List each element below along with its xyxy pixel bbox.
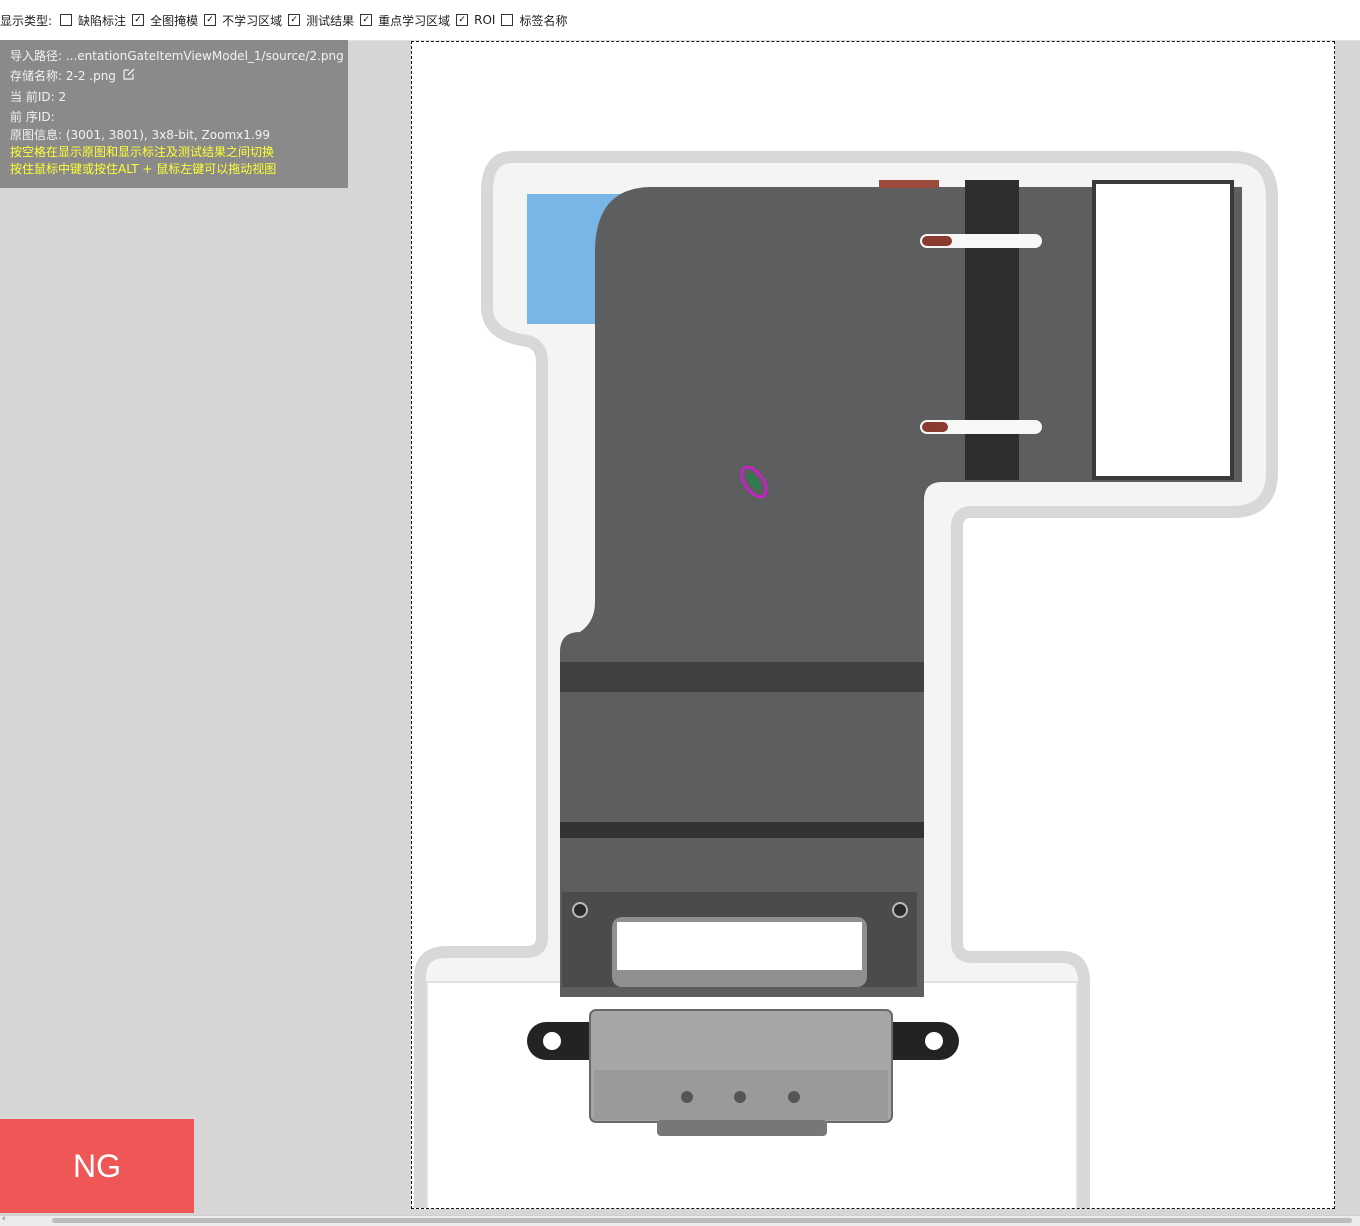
image-info: 原图信息: (3001, 3801), 3x8-bit, Zoomx1.99 — [10, 127, 270, 142]
current-id: 当 前ID: 2 — [10, 89, 67, 104]
checkbox-no-learn-region[interactable]: ✓ 不学习区域 — [204, 12, 282, 29]
checkbox-label: 测试结果 — [306, 13, 355, 28]
checkbox-label: 标签名称 — [519, 13, 568, 28]
display-type-label: 显示类型: — [0, 13, 53, 28]
checkbox-icon[interactable]: ✓ — [456, 14, 469, 26]
checkbox-defect-annotation[interactable]: 缺陷标注 — [60, 12, 126, 29]
edit-icon[interactable] — [122, 67, 136, 87]
hint-space-toggle: 按空格在显示原图和显示标注及测试结果之间切换 — [10, 144, 275, 159]
checkbox-icon[interactable] — [60, 14, 73, 26]
scrollbar-thumb[interactable] — [52, 1218, 1352, 1223]
arrow-left-icon[interactable]: ‹ — [2, 1214, 6, 1224]
checkbox-test-result[interactable]: ✓ 测试结果 — [288, 12, 354, 29]
checkbox-focus-learn-region[interactable]: ✓ 重点学习区域 — [360, 12, 450, 29]
checkbox-icon[interactable]: ✓ — [132, 14, 145, 26]
image-info-panel: 导入路径: ...entationGateItemViewModel_1/sou… — [0, 40, 348, 188]
storage-name-row: 存储名称: 2-2 .png — [10, 66, 338, 87]
checkbox-label: ROI — [474, 13, 496, 27]
checkbox-label: 不学习区域 — [222, 13, 283, 28]
checkbox-icon[interactable]: ✓ — [360, 14, 373, 26]
inspection-image — [414, 151, 1278, 1208]
checkbox-tag-name[interactable]: 标签名称 — [501, 12, 567, 29]
hint-drag-view: 按住鼠标中键或按住ALT + 鼠标左键可以拖动视图 — [10, 161, 277, 176]
checkbox-icon[interactable]: ✓ — [204, 14, 217, 26]
checkbox-label: 全图掩模 — [150, 13, 199, 28]
import-path: 导入路径: ...entationGateItemViewModel_1/sou… — [10, 49, 344, 63]
result-badge-ng: NG — [0, 1119, 194, 1213]
checkbox-icon[interactable]: ✓ — [288, 14, 301, 26]
previous-id: 前 序ID: — [10, 109, 55, 124]
image-viewport[interactable] — [411, 41, 1335, 1209]
horizontal-scrollbar[interactable]: ‹ — [0, 1214, 1360, 1226]
checkbox-icon[interactable] — [501, 14, 514, 26]
checkbox-label: 重点学习区域 — [378, 13, 451, 28]
display-type-toolbar: 显示类型: 缺陷标注 ✓ 全图掩模 ✓ 不学习区域 ✓ 测试结果 ✓ 重点学习区… — [0, 0, 1360, 41]
storage-name: 存储名称: 2-2 .png — [10, 69, 116, 83]
checkbox-full-mask[interactable]: ✓ 全图掩模 — [132, 12, 198, 29]
checkbox-label: 缺陷标注 — [78, 13, 127, 28]
checkbox-roi[interactable]: ✓ ROI — [456, 13, 495, 27]
